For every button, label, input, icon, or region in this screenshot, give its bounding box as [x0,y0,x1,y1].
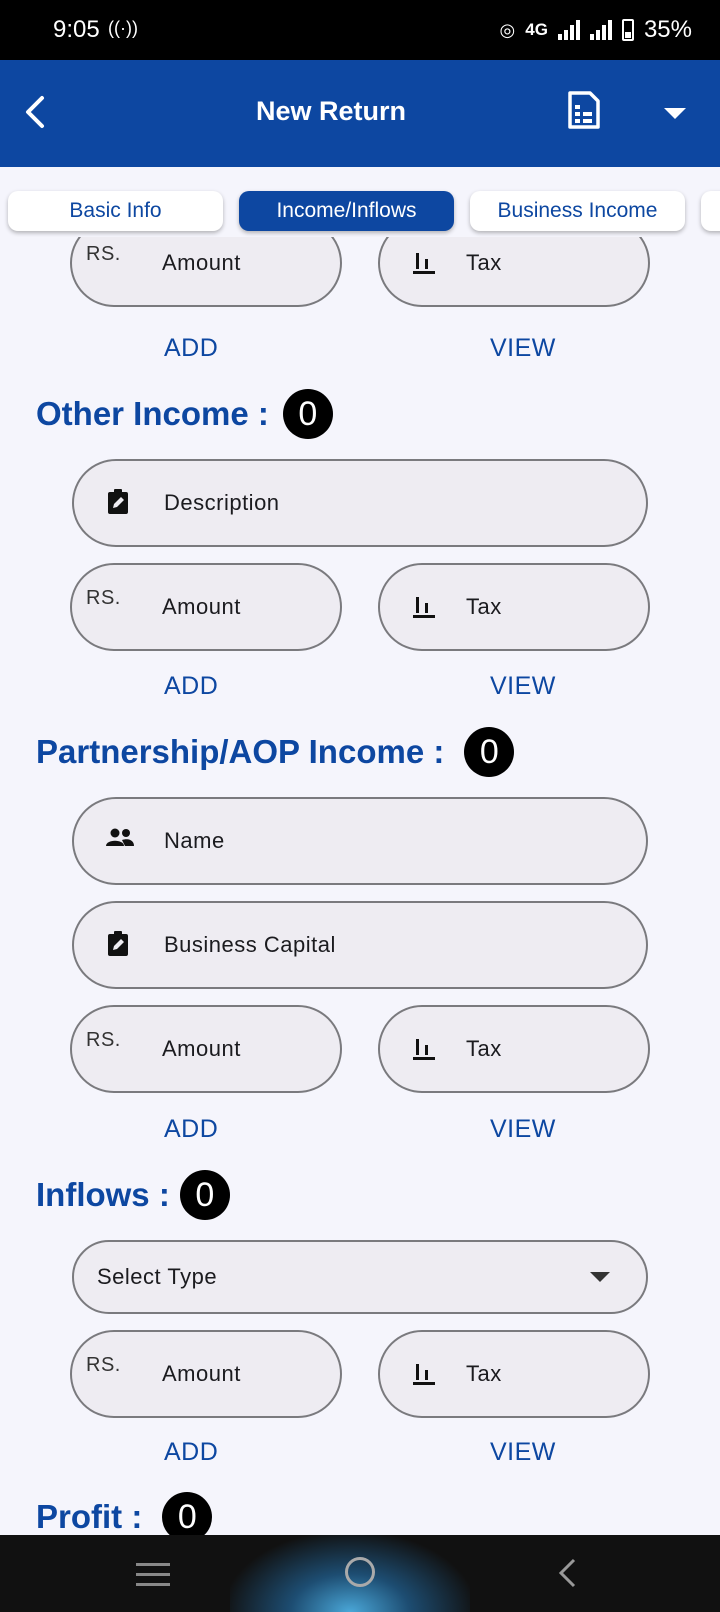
page-title: New Return [255,96,407,126]
tab-business-income[interactable]: Business Income [470,191,685,231]
partnership-tax-field[interactable]: Tax [378,1005,650,1093]
inflows-tax-field[interactable]: Tax [378,1330,650,1418]
tab-bar: Basic Info Income/Inflows Business Incom… [0,167,720,237]
dropdown-caret-icon [590,1272,610,1282]
hotspot-icon: ((·)) [108,18,138,38]
tab-income-inflows[interactable]: Income/Inflows [239,191,454,231]
tab-next[interactable] [701,191,720,231]
battery-icon [621,19,634,41]
inflows-count: 0 [179,1170,230,1220]
inflows-amount-field[interactable]: RS. Amount [70,1330,342,1418]
other-income-amount-field[interactable]: RS. Amount [70,563,342,651]
dropdown-icon[interactable] [664,108,686,119]
edit-clipboard-icon [108,931,128,956]
tax-field[interactable]: Tax [378,237,650,307]
inflows-add-button[interactable]: ADD [164,1438,218,1467]
partnership-view-button[interactable]: VIEW [490,1115,556,1144]
tab-basic-info[interactable]: Basic Info [8,191,223,231]
document-icon[interactable] [566,90,602,130]
people-icon [106,828,134,846]
other-income-count: 0 [282,389,333,439]
app-bar: New Return [0,60,720,167]
partnership-count: 0 [464,727,515,777]
home-icon[interactable] [345,1557,375,1587]
signal-icon [557,20,580,40]
recent-apps-icon[interactable] [136,1563,170,1593]
profit-heading: Profit : 0 [36,1492,213,1535]
wifi-calling-icon: ◎ [499,19,516,40]
status-bar: 9:05 ((·)) ◎ 4G 35% [0,0,720,60]
description-field[interactable]: Description [72,459,648,547]
edit-clipboard-icon [108,489,128,514]
inflows-heading: Inflows : 0 [36,1170,230,1220]
form-content: RS. Amount Tax ADD VIEW Other Income : 0… [0,237,720,1535]
battery-level: 35% [643,16,692,43]
tax-bar-icon [413,597,435,618]
other-income-tax-field[interactable]: Tax [378,563,650,651]
view-button[interactable]: VIEW [490,334,556,363]
partnership-amount-field[interactable]: RS. Amount [70,1005,342,1093]
network-type: 4G [525,20,548,39]
other-income-heading: Other Income : 0 [36,389,333,439]
other-income-add-button[interactable]: ADD [164,672,218,701]
inflows-view-button[interactable]: VIEW [490,1438,556,1467]
tax-bar-icon [413,1364,435,1385]
partnership-add-button[interactable]: ADD [164,1115,218,1144]
business-capital-field[interactable]: Business Capital [72,901,648,989]
name-field[interactable]: Name [72,797,648,885]
nav-back-icon[interactable] [556,1557,578,1589]
partnership-heading: Partnership/AOP Income : 0 [36,727,515,777]
profit-count: 0 [162,1492,213,1535]
tax-bar-icon [413,253,435,274]
status-time: 9:05 [53,16,100,43]
amount-field[interactable]: RS. Amount [70,237,342,307]
system-nav-bar [0,1535,720,1612]
select-type-dropdown[interactable]: Select Type [72,1240,648,1314]
signal-2-icon [589,20,612,40]
add-button[interactable]: ADD [164,334,218,363]
other-income-view-button[interactable]: VIEW [490,672,556,701]
tax-bar-icon [413,1039,435,1060]
